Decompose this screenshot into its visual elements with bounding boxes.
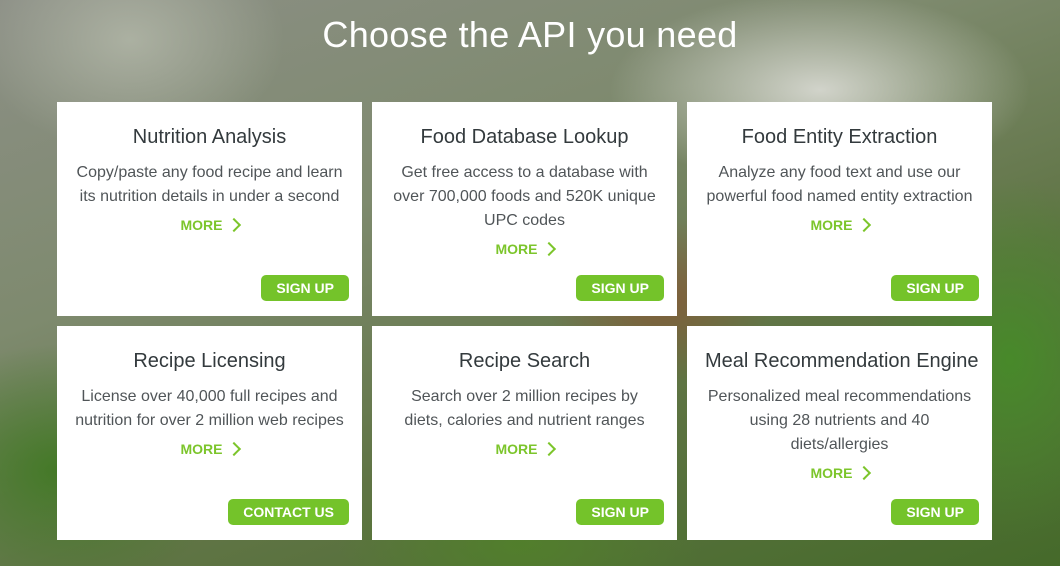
card-title: Nutrition Analysis — [132, 126, 287, 148]
api-card-food-entity-extraction: Food Entity Extraction Analyze any food … — [687, 102, 992, 316]
more-link[interactable]: MORE — [180, 217, 241, 233]
contact-us-button[interactable]: CONTACT US — [228, 499, 349, 525]
more-label: MORE — [495, 241, 538, 257]
sign-up-button[interactable]: SIGN UP — [891, 275, 979, 301]
chevron-right-icon — [856, 465, 871, 481]
card-title: Recipe Search — [458, 350, 591, 372]
card-description: Analyze any food text and use our powerf… — [706, 164, 973, 205]
more-label: MORE — [180, 217, 223, 233]
api-card-grid: Nutrition Analysis Copy/paste any food r… — [57, 102, 992, 540]
chevron-right-icon — [226, 441, 241, 457]
more-label: MORE — [810, 465, 853, 481]
sign-up-button[interactable]: SIGN UP — [576, 275, 664, 301]
chevron-right-icon — [226, 217, 241, 233]
api-card-recipe-search: Recipe Search Search over 2 million reci… — [372, 326, 677, 540]
api-card-meal-recommendation-engine: Meal Recommendation Engine Personalized … — [687, 326, 992, 540]
card-description: Search over 2 million recipes by diets, … — [404, 388, 645, 429]
api-card-recipe-licensing: Recipe Licensing License over 40,000 ful… — [57, 326, 362, 540]
api-card-nutrition-analysis: Nutrition Analysis Copy/paste any food r… — [57, 102, 362, 316]
card-title: Food Entity Extraction — [741, 126, 938, 148]
more-label: MORE — [810, 217, 853, 233]
more-label: MORE — [180, 441, 223, 457]
card-description: Copy/paste any food recipe and learn its… — [76, 164, 343, 205]
more-link[interactable]: MORE — [810, 217, 871, 233]
card-title: Food Database Lookup — [420, 126, 629, 148]
chevron-right-icon — [541, 241, 556, 257]
more-link[interactable]: MORE — [495, 441, 556, 457]
card-title: Meal Recommendation Engine — [705, 350, 979, 372]
sign-up-button[interactable]: SIGN UP — [576, 499, 664, 525]
more-link[interactable]: MORE — [810, 465, 871, 481]
api-card-food-database-lookup: Food Database Lookup Get free access to … — [372, 102, 677, 316]
card-description: License over 40,000 full recipes and nut… — [75, 388, 344, 429]
card-description: Personalized meal recommendations using … — [707, 388, 972, 453]
more-label: MORE — [495, 441, 538, 457]
more-link[interactable]: MORE — [180, 441, 241, 457]
sign-up-button[interactable]: SIGN UP — [891, 499, 979, 525]
card-description: Get free access to a database with over … — [393, 164, 656, 229]
sign-up-button[interactable]: SIGN UP — [261, 275, 349, 301]
more-link[interactable]: MORE — [495, 241, 556, 257]
chevron-right-icon — [541, 441, 556, 457]
chevron-right-icon — [856, 217, 871, 233]
card-title: Recipe Licensing — [133, 350, 286, 372]
page-title: Choose the API you need — [322, 14, 738, 55]
